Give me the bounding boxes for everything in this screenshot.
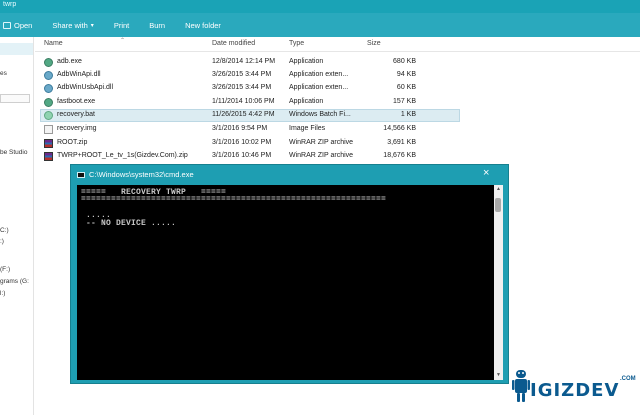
file-date: 12/8/2014 12:14 PM [212, 58, 276, 65]
navigation-pane: es be Studio C:) :) (F:) grams (G: l:) [0, 37, 34, 415]
file-date: 3/1/2016 10:02 PM [212, 139, 272, 146]
new-folder-button[interactable]: New folder [185, 21, 221, 30]
exe-icon [44, 98, 53, 107]
file-row[interactable]: AdbWinApi.dll 3/26/2015 3:44 PM Applicat… [40, 69, 460, 82]
open-button[interactable]: Open [3, 21, 32, 30]
file-date: 3/1/2016 10:46 PM [212, 152, 272, 159]
file-size: 680 KB [393, 58, 416, 65]
winrar-icon [44, 139, 53, 148]
file-row[interactable]: adb.exe 12/8/2014 12:14 PM Application 6… [40, 56, 460, 69]
nav-item[interactable]: :) [0, 238, 4, 245]
file-type: Application exten... [289, 84, 349, 91]
file-type: Windows Batch Fi... [289, 111, 351, 118]
file-row[interactable]: ROOT.zip 3/1/2016 10:02 PM WinRAR ZIP ar… [40, 137, 460, 150]
sort-up-icon: ⌃ [120, 38, 126, 44]
cmd-output-line: -- NO DEVICE ..... [81, 219, 177, 228]
cmd-icon [77, 172, 85, 178]
file-size: 60 KB [396, 84, 416, 91]
file-size: 3,691 KB [387, 139, 416, 146]
file-name: AdbWinApi.dll [57, 71, 101, 78]
file-type: WinRAR ZIP archive [289, 152, 354, 159]
window-title-bar: twrp [0, 0, 640, 13]
watermark-suffix: .COM [620, 376, 636, 382]
file-type: Image Files [289, 125, 326, 132]
file-row[interactable]: recovery.img 3/1/2016 9:54 PM Image File… [40, 123, 460, 136]
file-type: WinRAR ZIP archive [289, 139, 354, 146]
file-type: Application [289, 58, 324, 65]
file-name: TWRP+ROOT_Le_tv_1s(Gizdev.Com).zip [57, 152, 188, 159]
nav-item[interactable]: C:) [0, 227, 9, 234]
scroll-up-icon[interactable]: ▲ [494, 186, 503, 192]
nav-item[interactable]: es [0, 70, 7, 77]
file-name: fastboot.exe [57, 98, 96, 105]
nav-search-box[interactable] [0, 94, 30, 103]
android-robot-icon [512, 370, 530, 402]
file-type: Application [289, 98, 324, 105]
scroll-down-icon[interactable]: ▼ [494, 372, 503, 378]
file-name: AdbWinUsbApi.dll [57, 84, 114, 91]
image-file-icon [44, 125, 53, 134]
share-with-button[interactable]: Share with ▾ [52, 21, 93, 30]
window-title: twrp [3, 1, 17, 8]
file-size: 157 KB [393, 98, 416, 105]
dll-icon [44, 84, 53, 93]
nav-item[interactable]: grams (G: [0, 278, 29, 285]
file-date: 3/1/2016 9:54 PM [212, 125, 268, 132]
dll-icon [44, 71, 53, 80]
cmd-title: C:\Windows\system32\cmd.exe [89, 170, 194, 179]
gizdev-watermark: IGIZDEV .COM [512, 362, 636, 412]
print-button[interactable]: Print [114, 21, 129, 30]
new-folder-label: New folder [185, 20, 221, 30]
cmd-output-line: ========================================… [81, 195, 387, 204]
watermark-text: IGIZDEV [530, 380, 620, 401]
column-header-type[interactable]: Type [289, 40, 304, 47]
nav-selected-item[interactable] [0, 43, 33, 55]
file-name: adb.exe [57, 58, 82, 65]
share-with-label: Share with [52, 20, 88, 30]
open-label: Open [14, 20, 33, 30]
nav-item[interactable]: l:) [0, 290, 5, 297]
file-date: 3/26/2015 3:44 PM [212, 71, 272, 78]
file-date: 3/26/2015 3:44 PM [212, 84, 272, 91]
nav-item[interactable]: be Studio [0, 149, 27, 156]
file-size: 14,566 KB [383, 125, 416, 132]
file-name: recovery.bat [57, 111, 95, 118]
file-name: recovery.img [57, 125, 97, 132]
file-row[interactable]: AdbWinUsbApi.dll 3/26/2015 3:44 PM Appli… [40, 82, 460, 95]
file-date: 1/11/2014 10:06 PM [212, 98, 275, 105]
scrollbar-thumb[interactable] [495, 198, 501, 212]
column-header-name[interactable]: Name [44, 40, 63, 47]
column-headers: ⌃ Name Date modified Type Size [35, 37, 640, 52]
file-date: 11/26/2015 4:42 PM [212, 111, 275, 118]
batch-file-icon [44, 111, 53, 120]
column-header-date[interactable]: Date modified [212, 40, 255, 47]
print-label: Print [113, 20, 130, 30]
file-size: 94 KB [396, 71, 416, 78]
nav-item[interactable]: (F:) [0, 266, 10, 273]
file-row[interactable]: fastboot.exe 1/11/2014 10:06 PM Applicat… [40, 96, 460, 109]
chevron-down-icon: ▾ [90, 22, 94, 29]
cmd-title-bar[interactable]: C:\Windows\system32\cmd.exe × [71, 165, 508, 185]
cmd-output[interactable]: ===== RECOVERY TWRP ===== ==============… [77, 185, 494, 380]
cmd-scrollbar[interactable]: ▲ ▼ [494, 185, 503, 380]
burn-button[interactable]: Burn [149, 21, 165, 30]
exe-icon [44, 58, 53, 67]
file-size: 1 KB [400, 111, 416, 118]
burn-label: Burn [149, 20, 166, 30]
open-icon [3, 21, 11, 29]
column-header-size[interactable]: Size [367, 40, 381, 47]
winrar-icon [44, 152, 53, 161]
file-name: ROOT.zip [57, 139, 88, 146]
file-size: 18,676 KB [383, 152, 416, 159]
file-row[interactable]: TWRP+ROOT_Le_tv_1s(Gizdev.Com).zip 3/1/2… [40, 150, 460, 163]
explorer-toolbar: Open Share with ▾ Print Burn New folder [0, 13, 640, 37]
file-row-selected[interactable]: recovery.bat 11/26/2015 4:42 PM Windows … [40, 109, 460, 122]
file-type: Application exten... [289, 71, 349, 78]
cmd-window[interactable]: C:\Windows\system32\cmd.exe × ===== RECO… [70, 164, 509, 384]
close-icon[interactable]: × [483, 167, 489, 179]
